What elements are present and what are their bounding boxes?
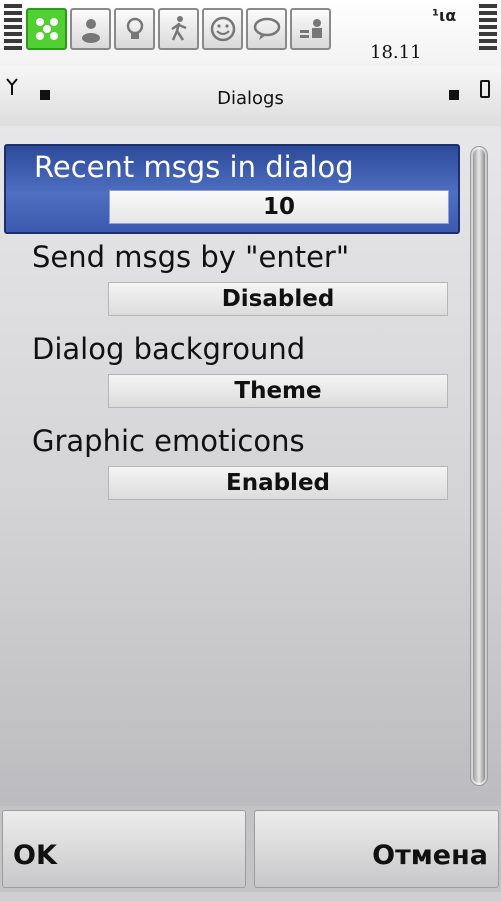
battery-level-bars xyxy=(479,4,497,53)
signal-strength-bars xyxy=(4,4,22,53)
contacts-group-icon xyxy=(35,18,58,40)
app-tab-strip xyxy=(26,8,334,54)
cancel-button[interactable]: Отмена xyxy=(254,810,499,888)
softkey-bar: OK Отмена xyxy=(0,806,501,892)
indicator-square-icon xyxy=(449,90,459,100)
contact-card-icon xyxy=(299,19,322,38)
person-icon xyxy=(81,19,100,43)
ok-button[interactable]: OK xyxy=(2,810,246,888)
tab-person[interactable] xyxy=(70,8,111,50)
setting-recent-msgs[interactable]: Recent msgs in dialog 10 xyxy=(4,144,460,234)
speech-bubble-icon xyxy=(253,17,280,40)
tab-smiley[interactable] xyxy=(202,8,243,50)
tab-contact-card[interactable] xyxy=(290,8,331,50)
battery-icon xyxy=(480,80,490,98)
setting-graphic-emoticons[interactable]: Graphic emoticons Enabled xyxy=(4,420,460,510)
tab-walking[interactable] xyxy=(158,8,199,50)
lightbulb-icon xyxy=(126,17,143,39)
tab-lightbulb[interactable] xyxy=(114,8,155,50)
tab-chat[interactable] xyxy=(246,8,287,50)
settings-list: Recent msgs in dialog 10 Send msgs by "e… xyxy=(0,126,501,806)
setting-label: Graphic emoticons xyxy=(32,424,305,458)
setting-label: Dialog background xyxy=(32,332,306,366)
tab-contacts[interactable] xyxy=(26,8,67,50)
page-title: Dialogs xyxy=(217,88,284,109)
setting-dialog-background[interactable]: Dialog background Theme xyxy=(4,328,460,418)
scrollbar-thumb[interactable] xyxy=(473,149,485,783)
setting-send-by-enter[interactable]: Send msgs by "enter" Disabled xyxy=(4,236,460,326)
title-bar: Dialogs xyxy=(0,66,501,127)
setting-value[interactable]: Theme xyxy=(108,374,448,408)
setting-label: Recent msgs in dialog xyxy=(34,150,354,184)
connectivity-icon: ¹ια xyxy=(432,6,457,25)
setting-value[interactable]: Enabled xyxy=(108,466,448,500)
scrollbar[interactable] xyxy=(470,146,488,786)
setting-value[interactable]: 10 xyxy=(109,190,449,224)
setting-value[interactable]: Disabled xyxy=(108,282,448,316)
setting-label: Send msgs by "enter" xyxy=(32,240,350,274)
clock: 18.11 xyxy=(370,42,422,63)
walking-person-icon xyxy=(170,16,186,41)
status-bar: ¹ια 18.11 xyxy=(0,0,501,66)
smiley-icon xyxy=(210,16,235,42)
